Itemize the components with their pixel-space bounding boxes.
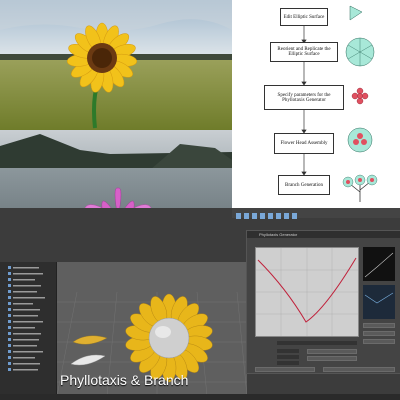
close-button[interactable] (323, 367, 395, 372)
branch-icon (342, 174, 378, 202)
timeline[interactable] (0, 394, 400, 400)
method-flowchart: Edit Elliptic Surface Reorient and Repli… (232, 0, 400, 208)
side-button-3[interactable] (363, 339, 395, 344)
param-field-1[interactable] (277, 341, 357, 345)
preview-bottom-curve (364, 292, 394, 304)
preview-top-curve (364, 252, 394, 278)
create-button[interactable] (255, 367, 315, 372)
flower-head-icon (347, 127, 373, 153)
param-field-3[interactable] (277, 355, 299, 359)
preview-bottom (363, 285, 395, 319)
side-button-2[interactable] (363, 331, 395, 336)
ellipse-segment-icon (349, 5, 363, 21)
toolbar-icons (236, 213, 297, 219)
top-toolbar (232, 208, 400, 219)
flowchart-step-5: Branch Generation (278, 175, 330, 195)
sunflower-model[interactable] (124, 293, 213, 383)
outliner-list (8, 266, 45, 371)
flowchart-step-4: Flower Head Assembly (274, 133, 334, 154)
outliner-panel[interactable] (0, 262, 57, 396)
curve-graph[interactable] (255, 247, 359, 337)
phyllotaxis-icon (351, 87, 369, 105)
param-field-2[interactable] (277, 349, 299, 353)
curve-plot (256, 248, 358, 336)
side-button-1[interactable] (363, 323, 395, 328)
flowchart-step-1: Edit Elliptic Surface (280, 8, 328, 26)
sunflower-illustration (0, 0, 232, 130)
action-button-2[interactable] (307, 356, 357, 361)
replicated-ellipse-icon (345, 37, 375, 67)
action-button-1[interactable] (307, 349, 357, 354)
petal-samples[interactable] (70, 335, 108, 366)
phyllotaxis-generator-window[interactable]: Phyllotaxis Generator (246, 230, 400, 374)
param-field-4[interactable] (277, 361, 299, 365)
window-title: Phyllotaxis Generator (259, 232, 298, 237)
flowchart-step-2: Reorient and Replicate the Elliptic Surf… (270, 42, 338, 62)
window-titlebar: Phyllotaxis Generator (247, 231, 400, 238)
sunflower-photo (0, 0, 232, 130)
preview-top (363, 247, 395, 281)
flowchart-step-3: Specify parameters for the Phyllotaxis G… (264, 85, 344, 110)
caption-title: Phyllotaxis & Branch (60, 372, 189, 388)
